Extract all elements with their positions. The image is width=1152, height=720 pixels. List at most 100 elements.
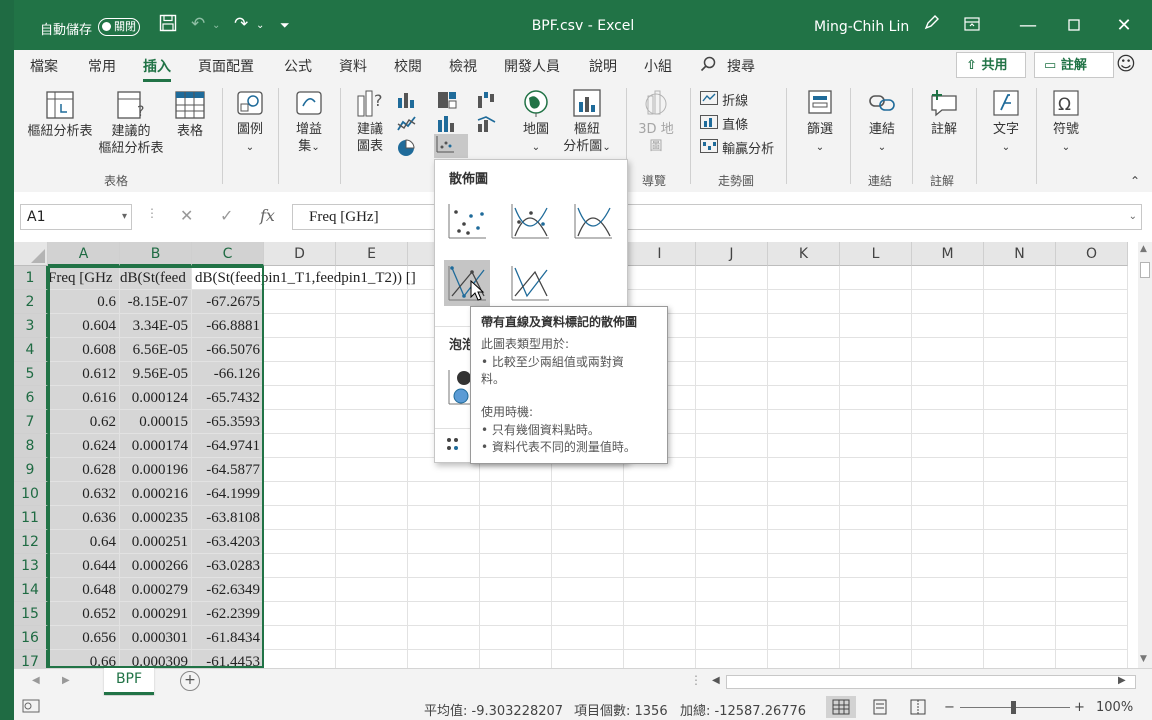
empty-cell[interactable] [624,602,696,626]
row-header[interactable]: 10 [14,482,48,506]
empty-cell[interactable] [912,506,984,530]
recommended-charts-button[interactable]: ? 建議 圖表 [350,88,390,155]
cell-b2[interactable]: -8.15E-07 [120,290,192,314]
empty-cell[interactable] [408,554,480,578]
row-header[interactable]: 13 [14,554,48,578]
empty-cell[interactable] [1056,458,1128,482]
empty-cell[interactable] [984,266,1056,290]
empty-cell[interactable] [984,530,1056,554]
cell-b10[interactable]: 0.000216 [120,482,192,506]
empty-cell[interactable] [696,482,768,506]
cell-a17[interactable]: 0.66 [48,650,120,668]
row-header[interactable]: 17 [14,650,48,668]
empty-cell[interactable] [984,386,1056,410]
empty-cell[interactable] [408,482,480,506]
empty-cell[interactable] [984,506,1056,530]
cell-a8[interactable]: 0.624 [48,434,120,458]
empty-cell[interactable] [912,482,984,506]
column-header-e[interactable]: E [336,242,408,266]
empty-cell[interactable] [264,626,336,650]
empty-cell[interactable] [624,554,696,578]
column-header-a[interactable]: A [48,242,120,266]
empty-cell[interactable] [696,554,768,578]
smiley-feedback-icon[interactable]: ☺ [1116,53,1136,75]
row-header[interactable]: 14 [14,578,48,602]
comments-button[interactable]: ▭ 註解 [1034,52,1114,78]
scatter-smooth-markers-option[interactable] [507,198,553,244]
cell-c17[interactable]: -61.4453 [192,650,264,668]
page-break-view-icon[interactable] [910,699,926,719]
symbols-button[interactable]: Ω 符號 ⌄ [1044,88,1088,156]
empty-cell[interactable] [840,386,912,410]
cell-c16[interactable]: -61.8434 [192,626,264,650]
cell-a14[interactable]: 0.648 [48,578,120,602]
empty-cell[interactable] [912,602,984,626]
empty-cell[interactable] [912,554,984,578]
empty-cell[interactable] [696,626,768,650]
column-header-b[interactable]: B [120,242,192,266]
zoom-in-icon[interactable]: + [1074,700,1085,715]
cell-c11[interactable]: -63.8108 [192,506,264,530]
empty-cell[interactable] [912,458,984,482]
redo-icon[interactable]: ↷ [234,14,248,34]
empty-cell[interactable] [336,458,408,482]
cell-b17[interactable]: 0.000309 [120,650,192,668]
empty-cell[interactable] [984,338,1056,362]
maximize-icon[interactable] [1060,12,1088,40]
column-header-m[interactable]: M [912,242,984,266]
zoom-out-icon[interactable]: − [944,700,955,715]
empty-cell[interactable] [696,506,768,530]
empty-cell[interactable] [984,362,1056,386]
empty-cell[interactable] [264,554,336,578]
tab-review[interactable]: 校閱 [394,56,422,76]
empty-cell[interactable] [768,410,840,434]
new-comment-button[interactable]: 註解 [922,88,966,138]
empty-cell[interactable] [336,602,408,626]
empty-cell[interactable] [408,506,480,530]
empty-cell[interactable] [840,458,912,482]
cell-a9[interactable]: 0.628 [48,458,120,482]
pivot-chart-button[interactable]: 樞紐 分析圖⌄ [560,88,614,156]
sparkline-line-button[interactable]: 折線 [700,90,748,109]
cell-a13[interactable]: 0.644 [48,554,120,578]
collapse-ribbon-icon[interactable]: ⌃ [1130,174,1140,188]
column-header-j[interactable]: J [696,242,768,266]
empty-cell[interactable] [408,578,480,602]
empty-cell[interactable] [840,506,912,530]
empty-cell[interactable] [984,578,1056,602]
empty-cell[interactable] [768,530,840,554]
empty-cell[interactable] [1056,338,1128,362]
autosave-toggle[interactable]: 關閉 [98,18,140,36]
empty-cell[interactable] [264,338,336,362]
empty-cell[interactable] [984,482,1056,506]
empty-cell[interactable] [912,386,984,410]
tab-formulas[interactable]: 公式 [284,56,312,76]
empty-cell[interactable] [912,410,984,434]
empty-cell[interactable] [984,458,1056,482]
more-scatter-charts-option[interactable] [445,436,465,458]
cell-a6[interactable]: 0.616 [48,386,120,410]
empty-cell[interactable] [840,530,912,554]
line-chart-icon[interactable] [396,114,418,134]
insert-function-icon[interactable]: fx [260,206,275,225]
scroll-left-icon[interactable]: ◀ [712,675,720,686]
empty-cell[interactable] [768,290,840,314]
select-all-corner[interactable] [14,242,48,266]
empty-cell[interactable] [984,554,1056,578]
scroll-up-icon[interactable]: ▲ [1140,244,1147,254]
pen-icon[interactable] [918,12,946,40]
addins-button[interactable]: 增益 集⌄ [286,88,332,156]
empty-cell[interactable] [336,554,408,578]
empty-cell[interactable] [984,434,1056,458]
empty-cell[interactable] [768,626,840,650]
empty-cell[interactable] [840,362,912,386]
empty-cell[interactable] [1056,314,1128,338]
empty-cell[interactable] [480,626,552,650]
empty-cell[interactable] [840,578,912,602]
user-name[interactable]: Ming-Chih Lin [814,19,909,35]
cell-b1[interactable]: dB(St(feed [120,266,192,290]
empty-cell[interactable] [552,650,624,668]
empty-cell[interactable] [1056,650,1128,668]
cell-c15[interactable]: -62.2399 [192,602,264,626]
empty-cell[interactable] [912,266,984,290]
